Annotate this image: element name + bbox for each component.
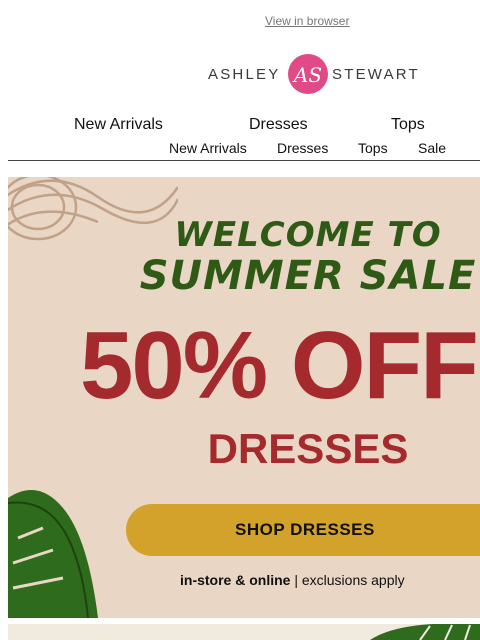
nav-item-tops[interactable]: Tops [391, 116, 425, 134]
nav-item-new-arrivals[interactable]: New Arrivals [74, 116, 163, 134]
logo-text-right: STEWART [332, 66, 420, 83]
hero-footnote: in-store & online | exclusions apply [180, 572, 405, 588]
logo-text-left: ASHLEY [208, 66, 281, 83]
subnav-item-new-arrivals[interactable]: New Arrivals [169, 140, 247, 156]
hero-banner[interactable]: WELCOME TO SUMMER SALE 50% OFF DRESSES S… [8, 177, 480, 618]
subnav-item-tops[interactable]: Tops [358, 140, 388, 156]
subnav-item-sale[interactable]: Sale [418, 140, 446, 156]
palm-leaf-decoration-2 [370, 624, 480, 640]
next-banner-peek [8, 624, 480, 640]
secondary-nav: New Arrivals Dresses Tops Sale [0, 140, 480, 158]
nav-item-dresses[interactable]: Dresses [249, 116, 308, 134]
footnote-channels: in-store & online [180, 572, 291, 588]
brand-logo[interactable]: ASHLEY AS STEWART [208, 52, 418, 96]
shop-dresses-label: SHOP DRESSES [235, 520, 375, 539]
hero-headline-summer-sale: SUMMER SALE [139, 253, 477, 299]
palm-leaf-decoration [8, 490, 98, 618]
footnote-separator: | [290, 572, 302, 588]
nav-divider [8, 160, 480, 161]
view-in-browser-link[interactable]: View in browser [265, 14, 349, 28]
logo-monogram-icon: AS [288, 54, 328, 94]
footnote-exclusions: exclusions apply [301, 572, 405, 588]
primary-nav: New Arrivals Dresses Tops [0, 116, 480, 136]
svg-text:AS: AS [292, 63, 322, 87]
hero-category: DRESSES [207, 425, 409, 472]
shop-dresses-button[interactable]: SHOP DRESSES [126, 504, 480, 556]
hero-headline-welcome: WELCOME TO [174, 215, 442, 255]
subnav-item-dresses[interactable]: Dresses [277, 140, 328, 156]
hero-discount: 50% OFF [80, 312, 479, 419]
